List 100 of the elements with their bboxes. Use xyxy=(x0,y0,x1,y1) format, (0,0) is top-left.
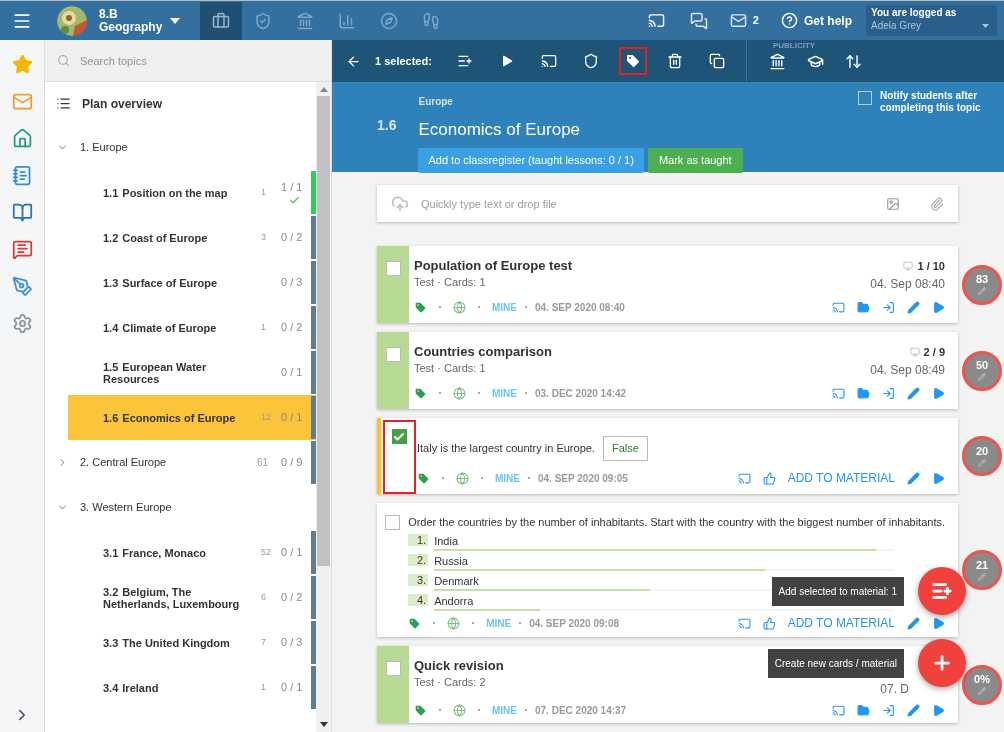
quick-input[interactable]: Quickly type text or drop file xyxy=(421,189,874,218)
cast-icon[interactable] xyxy=(832,386,845,400)
select-checkbox[interactable] xyxy=(385,661,401,676)
toolbar-button[interactable] xyxy=(618,47,647,75)
card-title: Countries comparison xyxy=(414,344,552,360)
scroll-down-icon[interactable] xyxy=(319,722,328,727)
home-icon[interactable] xyxy=(11,128,33,149)
topic-title: 1.5 European Water Resources xyxy=(103,360,208,385)
tag-icon[interactable] xyxy=(414,703,427,717)
message-count: 2 xyxy=(752,13,759,29)
login-icon[interactable] xyxy=(882,300,895,314)
select-checkbox[interactable] xyxy=(391,429,407,444)
progress-text: 0 / 3 xyxy=(281,275,303,291)
login-icon[interactable] xyxy=(882,386,895,400)
chat-icon[interactable] xyxy=(689,11,708,30)
globe-icon[interactable] xyxy=(453,703,466,717)
globe-icon[interactable] xyxy=(456,471,469,485)
progress-text: 1 / 1 xyxy=(281,179,303,195)
created-date: 04. SEP 2020 08:40 xyxy=(535,300,625,315)
material-card[interactable]: Countries comparison Test · Cards: 1 2 / 9 04. Sep 08:49 MINE 03. DEC 2020 14:42 xyxy=(377,332,958,409)
order-item: Denmark xyxy=(434,573,479,588)
cast-icon[interactable] xyxy=(647,12,665,29)
card-date: 04. Sep 08:49 xyxy=(870,361,945,379)
owner-label: MINE xyxy=(486,616,512,631)
add-list-icon xyxy=(456,53,473,69)
mail-icon[interactable] xyxy=(11,91,33,112)
item-count: 7 xyxy=(261,635,266,649)
tag-icon[interactable] xyxy=(408,616,422,630)
image-icon[interactable] xyxy=(886,196,900,211)
percent-text: 21 xyxy=(975,559,989,571)
notebook-icon[interactable] xyxy=(11,165,33,186)
item-count: 1 xyxy=(261,680,266,694)
play-icon[interactable] xyxy=(932,703,945,717)
folder-icon[interactable] xyxy=(857,703,870,717)
topic-group[interactable]: 1. Europe xyxy=(45,125,316,170)
search-field[interactable]: Search topics xyxy=(80,45,331,76)
edit-icon[interactable] xyxy=(907,616,920,630)
play-icon[interactable] xyxy=(932,471,945,485)
dropdown-icon[interactable] xyxy=(170,17,181,24)
created-date: 07. DEC 2020 14:37 xyxy=(535,703,627,718)
help-link[interactable]: Get help xyxy=(804,11,852,30)
item-count: 3 xyxy=(261,230,266,244)
edit-icon[interactable] xyxy=(907,300,920,314)
select-checkbox[interactable] xyxy=(385,347,401,362)
login-icon[interactable] xyxy=(882,703,895,717)
settings-icon[interactable] xyxy=(11,313,33,334)
tag-icon[interactable] xyxy=(414,300,427,314)
card-subtitle: Test · Cards: 1 xyxy=(414,361,486,376)
cast-icon[interactable] xyxy=(737,616,751,630)
edit-icon[interactable] xyxy=(907,386,920,400)
attach-icon[interactable] xyxy=(930,196,944,211)
edit-icon[interactable] xyxy=(907,471,920,485)
play-icon[interactable] xyxy=(932,300,945,314)
quick-input-field[interactable]: Quickly type text or drop file xyxy=(377,185,958,222)
globe-icon[interactable] xyxy=(453,300,466,314)
tag-icon[interactable] xyxy=(414,386,427,400)
owner-label: MINE xyxy=(492,300,517,315)
topic-group[interactable]: 2. Central Europe 61 0 / 9 xyxy=(45,440,316,485)
create-button[interactable] xyxy=(918,639,966,687)
play-icon[interactable] xyxy=(932,616,945,630)
help-icon[interactable] xyxy=(781,12,798,29)
topic-title: Economics of Europe xyxy=(418,119,582,141)
user-dropdown[interactable]: You are logged as Adela Grey xyxy=(866,5,997,36)
thumbs-up-icon[interactable] xyxy=(762,471,776,485)
select-checkbox[interactable] xyxy=(385,261,401,276)
progress-text: 0 / 1 xyxy=(281,545,303,561)
chat-icon[interactable] xyxy=(11,239,33,260)
scroll-up-icon[interactable] xyxy=(319,87,328,92)
tag-icon[interactable] xyxy=(417,471,430,485)
notify-checkbox[interactable] xyxy=(858,91,872,105)
progress-text: 0 / 2 xyxy=(281,320,303,336)
select-checkbox[interactable] xyxy=(385,515,401,530)
topic-number: 1.6 xyxy=(377,116,397,135)
bank-icon xyxy=(296,11,315,30)
mail-icon[interactable] xyxy=(729,12,747,29)
back-icon[interactable] xyxy=(346,53,361,69)
thumbs-up-icon[interactable] xyxy=(762,616,776,630)
order-number: 4. xyxy=(408,593,429,606)
cast-icon[interactable] xyxy=(737,471,751,485)
plan-overview-link[interactable]: Plan overview xyxy=(82,94,163,113)
play-icon[interactable] xyxy=(932,386,945,400)
topic-group[interactable]: 3. Western Europe xyxy=(45,485,316,530)
topic-item[interactable]: 1.6 Economics of Europe 12 0 / 1 xyxy=(68,395,316,440)
created-date: 04. SEP 2020 09:05 xyxy=(538,471,628,486)
globe-icon[interactable] xyxy=(453,386,466,400)
question-card[interactable]: Italy is the largest country in Europe. False MINE 04. SEP 2020 09:05 ADD TO MATERIAL xyxy=(377,418,958,494)
folder-icon[interactable] xyxy=(857,300,870,314)
edit-icon[interactable] xyxy=(907,703,920,717)
globe-icon[interactable] xyxy=(447,616,461,630)
cast-icon[interactable] xyxy=(832,300,845,314)
nav-tab[interactable] xyxy=(200,1,243,40)
star-icon[interactable] xyxy=(11,54,33,75)
progress-text: 0 / 2 xyxy=(281,230,303,246)
pen-icon[interactable] xyxy=(11,276,33,297)
cast-icon[interactable] xyxy=(832,703,845,717)
material-card[interactable]: Population of Europe test Test · Cards: 1 1 / 10 04. Sep 08:40 MINE 04. SEP 2020 08:40 xyxy=(377,246,958,323)
book-icon[interactable] xyxy=(11,202,33,223)
folder-icon[interactable] xyxy=(857,386,870,400)
item-count: 1 xyxy=(261,320,266,334)
card-title: Population of Europe test xyxy=(414,258,573,274)
